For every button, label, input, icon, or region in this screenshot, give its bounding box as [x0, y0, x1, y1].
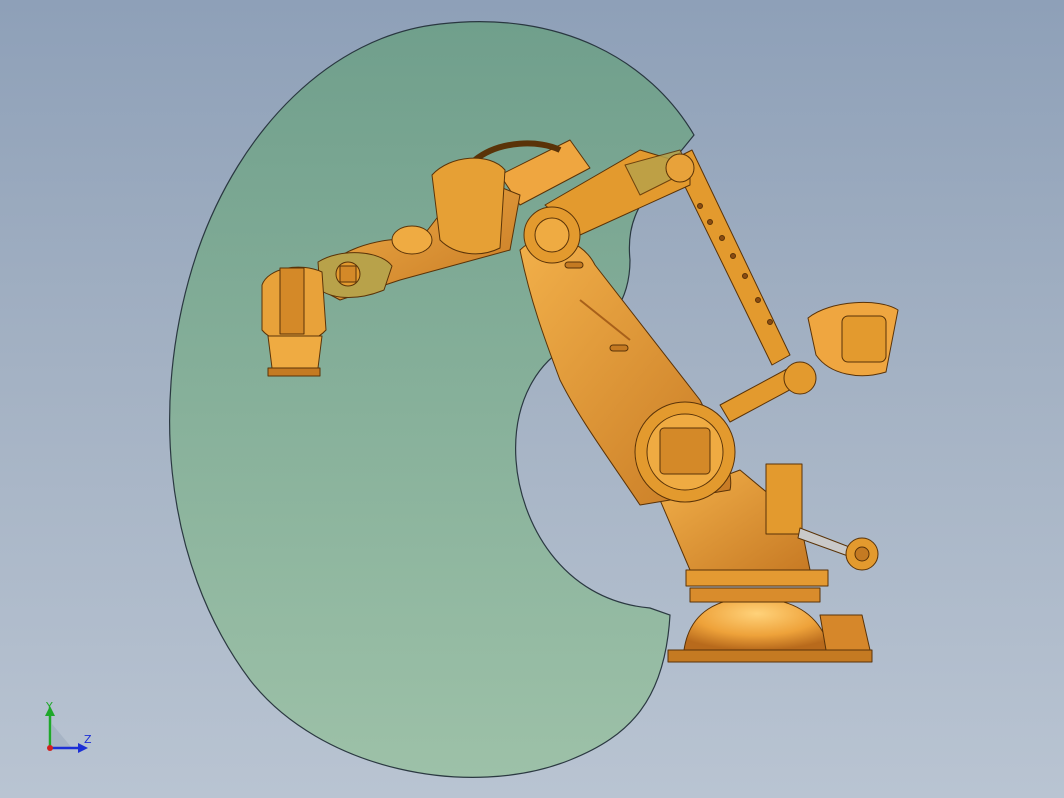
triad-plane [52, 724, 72, 748]
robot-lower-arm-slot-2 [609, 344, 629, 352]
robot-base-bracket [819, 614, 871, 651]
robot-wrist-bracket [279, 267, 305, 335]
robot-turntable [685, 569, 829, 587]
robot-wrist-cap [339, 265, 357, 283]
robot-upper-arm-pivot [665, 153, 695, 183]
robot-counterbalance-pin [854, 546, 870, 562]
robot-lower-arm-slot-1 [564, 261, 584, 269]
3d-graphics-viewport[interactable]: Y Z [0, 0, 1064, 798]
triad-x-axis [47, 745, 53, 751]
robot-base-plate [667, 649, 873, 663]
robot-rear-joint [783, 361, 817, 395]
robot-base-ring [689, 587, 821, 603]
robot-tool-face [267, 367, 321, 377]
triad-z-label: Z [84, 733, 92, 746]
robot-elbow-cover [534, 217, 570, 253]
triad-y-label: Y [46, 700, 53, 713]
robot-shoulder-plate [659, 427, 711, 475]
robot-forearm-bulge [391, 225, 433, 255]
robot-tool-flange [267, 335, 323, 369]
cad-scene[interactable] [0, 0, 1064, 798]
robot-rear-motor-cap [841, 315, 887, 363]
robot-base-dome [683, 597, 831, 651]
robot-motor-box [765, 463, 803, 535]
robot-forearm-flange [431, 157, 506, 255]
